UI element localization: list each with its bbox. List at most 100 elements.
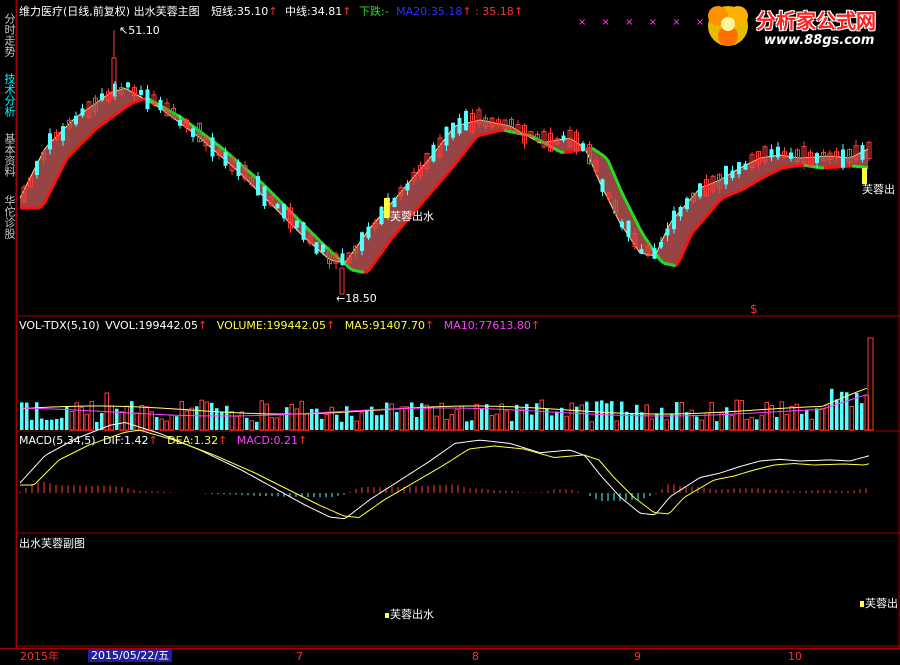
candle-body: [406, 184, 410, 191]
ma10-value: 77613.80: [478, 319, 531, 332]
mid-label: 中线:: [285, 5, 311, 18]
candle-body: [464, 111, 468, 130]
volume-header: VOL-TDX(5,10) VVOL:199442.05↑ VOLUME:199…: [19, 319, 540, 332]
candlestick-plot: [20, 30, 871, 294]
candle-body: [601, 179, 605, 192]
macd-title: MACD(5,34,5): [19, 434, 96, 447]
candle-body: [146, 89, 150, 109]
volume-bar: [155, 417, 159, 430]
volume-bar: [400, 407, 404, 430]
volume-bar: [845, 392, 849, 430]
volume-bar: [75, 403, 79, 430]
logo-url: www.88gs.com: [764, 33, 874, 48]
mid-line-segment: [736, 191, 740, 193]
volume-bar: [165, 421, 169, 430]
macd-value: 0.21: [274, 434, 299, 447]
volume-bar: [330, 407, 334, 430]
candle-body: [315, 242, 319, 253]
volume-bar: [270, 418, 274, 430]
candle-body: [211, 137, 215, 156]
volume-bar: [715, 421, 719, 430]
logo-text: 分析家公式网: [756, 5, 876, 34]
cursor-date[interactable]: 2015/05/22/五: [88, 649, 172, 662]
candle-body: [731, 170, 735, 177]
volume-bar: [560, 408, 564, 430]
volume-bar: [735, 400, 739, 430]
candle-body: [640, 249, 644, 253]
volume-bar: [595, 401, 599, 430]
mid-line-segment: [784, 167, 788, 168]
macd-header: MACD(5,34,5) DIF:1.42↑ DEA:1.32↑ MACD:0.…: [19, 434, 307, 447]
candle-body: [562, 136, 566, 141]
mid-value: 34.81: [311, 5, 343, 18]
flower-icon: [700, 2, 760, 52]
candle-body: [451, 123, 455, 138]
main-header: 维力医疗(日线,前复权) 出水芙蓉主图 短线:35.10↑ 中线:34.81↑ …: [19, 5, 523, 18]
candle-body: [737, 162, 741, 174]
volume-bar: [465, 421, 469, 430]
stock-name: 维力医疗(日线,前复权): [19, 5, 130, 18]
candle-body: [744, 164, 748, 170]
volume-bar: [435, 416, 439, 430]
mid-line-segment: [804, 165, 808, 166]
down-value: -: [385, 5, 389, 18]
mid-line-segment: [740, 189, 744, 191]
volume-bar: [430, 407, 434, 430]
volume-plot: [20, 338, 873, 430]
candle-body: [74, 116, 78, 125]
candle-body: [302, 222, 306, 239]
candle-body: [321, 245, 325, 252]
mid-line-segment: [728, 194, 732, 196]
volume-bar: [480, 409, 484, 430]
candle-body: [48, 133, 52, 149]
volume-bar: [825, 405, 829, 430]
candle-body: [367, 227, 371, 239]
volume-bar: [720, 413, 724, 430]
candle-body: [256, 176, 260, 195]
volume-bar: [780, 402, 784, 430]
volume-bar: [240, 412, 244, 430]
signal-label-sub: 芙蓉出水: [385, 608, 434, 621]
signal-bar: [384, 198, 389, 218]
candle-body: [776, 147, 780, 158]
mid-line-segment: [476, 135, 480, 137]
volume-bar: [510, 421, 514, 430]
dif-value: 1.42: [124, 434, 149, 447]
short-value: 35.10: [237, 5, 269, 18]
volume-bar: [725, 407, 729, 430]
volume-bar: [795, 404, 799, 430]
chart-area[interactable]: [0, 0, 900, 664]
candle-body: [61, 126, 65, 140]
volume-bar: [550, 415, 554, 430]
volume-bar: [410, 402, 414, 430]
candle-body: [679, 207, 683, 216]
high-price-label: ↖51.10: [119, 24, 160, 37]
month-8: 8: [472, 650, 479, 663]
volume-bar: [850, 407, 854, 430]
candle-body: [659, 242, 663, 247]
candle-body: [627, 221, 631, 237]
volume-bar: [685, 412, 689, 430]
mid-line-segment: [744, 186, 748, 188]
volume-bar: [250, 421, 254, 430]
volume-bar: [775, 417, 779, 430]
candle-body: [724, 166, 728, 184]
volume-bar: [290, 404, 294, 430]
volume-bar: [565, 416, 569, 430]
volume-bar: [460, 406, 464, 430]
volume-title: VOL-TDX(5,10): [19, 319, 100, 332]
volume-bar: [440, 403, 444, 430]
volume-bar: [95, 422, 99, 430]
candle-body: [191, 128, 195, 137]
sub-title: 出水芙蓉副图: [19, 537, 85, 550]
volume-bar: [815, 408, 819, 430]
band-area: [20, 88, 868, 272]
mid-line-segment: [764, 175, 768, 177]
volume-bar: [285, 407, 289, 430]
candle-body: [159, 100, 163, 110]
volume-bar: [710, 403, 714, 430]
volume-bar: [760, 415, 764, 430]
year-label: 2015年: [20, 650, 59, 663]
volume-bar: [130, 401, 134, 430]
volume-bar: [365, 410, 369, 430]
